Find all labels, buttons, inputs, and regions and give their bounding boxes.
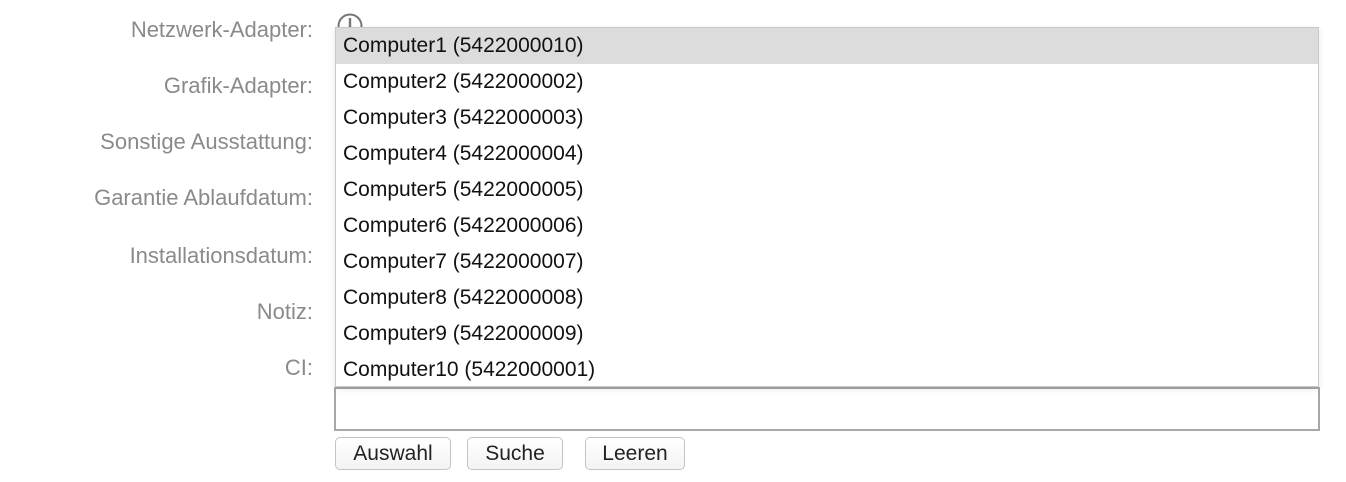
- ci-suggestion-item[interactable]: Computer10 (5422000001): [336, 352, 1318, 388]
- ci-suggestion-item[interactable]: Computer4 (5422000004): [336, 136, 1318, 172]
- select-button[interactable]: Auswahl: [335, 437, 451, 470]
- label-graphics-adapter: Grafik-Adapter:: [163, 73, 313, 98]
- ci-suggestion-item[interactable]: Computer7 (5422000007): [336, 244, 1318, 280]
- label-other-equipment: Sonstige Ausstattung:: [100, 129, 313, 154]
- ci-suggestion-item[interactable]: Computer6 (5422000006): [336, 208, 1318, 244]
- ci-suggestion-item[interactable]: Computer9 (5422000009): [336, 316, 1318, 352]
- ci-suggestion-list[interactable]: Computer1 (5422000010) Computer2 (5422000…: [335, 27, 1319, 387]
- ci-suggestion-item[interactable]: Computer8 (5422000008): [336, 280, 1318, 316]
- search-button[interactable]: Suche: [467, 437, 563, 470]
- label-installation-date: Installationsdatum:: [129, 243, 313, 268]
- ci-suggestion-item[interactable]: Computer2 (5422000002): [336, 64, 1318, 100]
- ci-suggestion-item[interactable]: Computer5 (5422000005): [336, 172, 1318, 208]
- label-ci: CI:: [284, 355, 313, 380]
- ci-input[interactable]: [334, 387, 1320, 431]
- ci-suggestion-item[interactable]: Computer3 (5422000003): [336, 100, 1318, 136]
- label-warranty-expiry: Garantie Ablaufdatum:: [94, 185, 313, 210]
- label-note: Notiz:: [256, 299, 313, 324]
- info-icon[interactable]: [336, 12, 364, 28]
- label-network-adapter: Netzwerk-Adapter:: [130, 17, 313, 42]
- clear-button[interactable]: Leeren: [585, 437, 685, 470]
- ci-suggestion-item[interactable]: Computer1 (5422000010): [336, 28, 1318, 64]
